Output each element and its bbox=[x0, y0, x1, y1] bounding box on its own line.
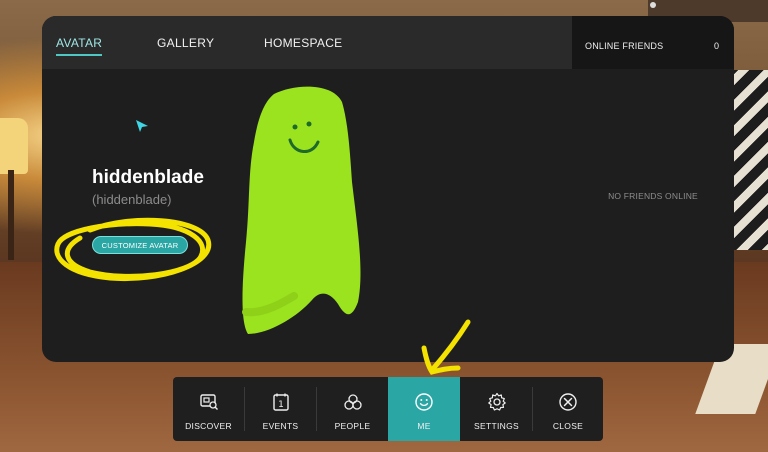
nav-close[interactable]: CLOSE bbox=[533, 377, 603, 441]
tab-avatar[interactable]: AVATAR bbox=[56, 36, 103, 56]
username-handle: (hiddenblade) bbox=[92, 192, 172, 207]
events-badge: 1 bbox=[278, 400, 284, 410]
calendar-icon: 1 bbox=[272, 393, 289, 411]
close-icon bbox=[559, 393, 577, 411]
nav-discover[interactable]: DISCOVER bbox=[173, 377, 244, 441]
avatar-drawing bbox=[242, 86, 361, 335]
nav-people[interactable]: PEOPLE bbox=[317, 377, 388, 441]
tab-bar: AVATAR GALLERY HOMESPACE bbox=[42, 16, 572, 69]
no-friends-text: NO FRIENDS ONLINE bbox=[608, 191, 698, 201]
nav-settings[interactable]: SETTINGS bbox=[461, 377, 532, 441]
bottom-nav-bar: DISCOVER 1 EVENTS PEOPLE ME SETTINGS CLO… bbox=[173, 377, 603, 441]
nav-me[interactable]: ME bbox=[388, 377, 460, 441]
nav-me-label: ME bbox=[417, 421, 431, 431]
online-friends-label: ONLINE FRIENDS bbox=[585, 41, 664, 51]
nav-close-label: CLOSE bbox=[552, 421, 584, 431]
online-friends-count: 0 bbox=[713, 41, 719, 51]
nav-events-label: EVENTS bbox=[262, 421, 299, 431]
online-friends-header: ONLINE FRIENDS 0 bbox=[572, 16, 734, 69]
lamp bbox=[0, 118, 28, 174]
nav-people-label: PEOPLE bbox=[334, 421, 371, 431]
tab-homespace[interactable]: HOMESPACE bbox=[264, 36, 343, 50]
nav-events[interactable]: 1 EVENTS bbox=[245, 377, 316, 441]
gear-icon bbox=[487, 392, 506, 411]
display-name: hiddenblade bbox=[92, 167, 204, 188]
ceiling-light bbox=[650, 2, 656, 8]
cursor-icon bbox=[136, 120, 148, 132]
smiley-icon bbox=[415, 393, 433, 411]
customize-avatar-button[interactable]: CUSTOMIZE AVATAR bbox=[92, 236, 188, 254]
lamp-pole bbox=[8, 170, 14, 260]
people-icon bbox=[343, 394, 362, 410]
nav-settings-label: SETTINGS bbox=[474, 421, 519, 431]
nav-discover-label: DISCOVER bbox=[185, 421, 232, 431]
discover-icon bbox=[199, 394, 218, 410]
main-panel: AVATAR GALLERY HOMESPACE ONLINE FRIENDS … bbox=[42, 16, 734, 362]
tab-gallery[interactable]: GALLERY bbox=[157, 36, 214, 50]
